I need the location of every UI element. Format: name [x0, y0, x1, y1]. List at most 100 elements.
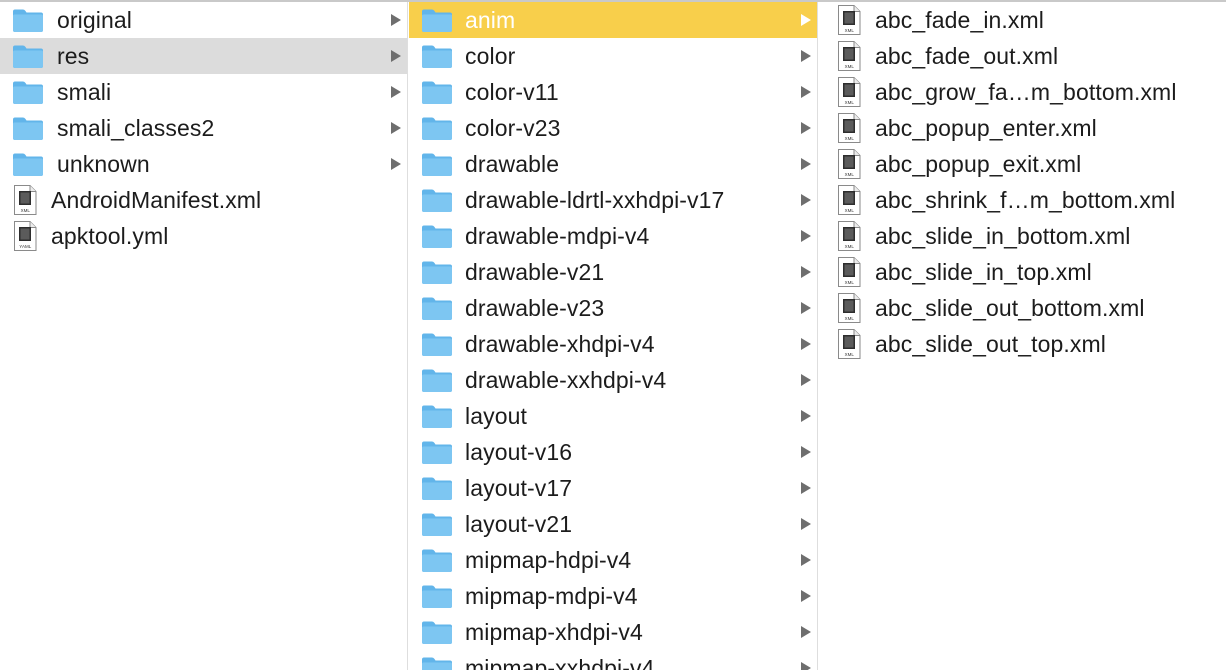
- item-label: res: [57, 42, 90, 69]
- item-label: abc_slide_out_top.xml: [875, 330, 1106, 357]
- folder-item-color-v11[interactable]: color-v11: [409, 74, 817, 110]
- folder-icon: [422, 621, 452, 644]
- folder-item-layout-v16[interactable]: layout-v16: [409, 434, 817, 470]
- file-item-abc-grow-fa-m-bottom-xml[interactable]: XML abc_grow_fa…m_bottom.xml: [819, 74, 1226, 110]
- item-label: unknown: [57, 150, 150, 177]
- folder-item-mipmap-xhdpi-v4[interactable]: mipmap-xhdpi-v4: [409, 614, 817, 650]
- xml-file-icon: XML: [14, 185, 37, 215]
- column-root[interactable]: original res smali smali_classes2unknown XML…: [0, 2, 408, 670]
- item-label: abc_slide_in_top.xml: [875, 258, 1092, 285]
- folder-item-mipmap-mdpi-v4[interactable]: mipmap-mdpi-v4: [409, 578, 817, 614]
- folder-item-res[interactable]: res: [0, 38, 407, 74]
- xml-file-icon: XML: [838, 293, 861, 323]
- folder-icon: [422, 225, 452, 248]
- xml-file-icon: XML: [838, 113, 861, 143]
- folder-icon: [422, 477, 452, 500]
- xml-file-icon: XML: [838, 41, 861, 71]
- folder-item-layout-v21[interactable]: layout-v21: [409, 506, 817, 542]
- item-label: drawable-xhdpi-v4: [465, 330, 655, 357]
- folder-item-original[interactable]: original: [0, 2, 407, 38]
- folder-icon: [422, 585, 452, 608]
- yaml-file-icon: YAML: [14, 221, 37, 251]
- svg-text:XML: XML: [845, 64, 855, 69]
- svg-text:XML: XML: [845, 172, 855, 177]
- item-label: apktool.yml: [51, 222, 169, 249]
- item-label: abc_popup_enter.xml: [875, 114, 1097, 141]
- folder-item-color-v23[interactable]: color-v23: [409, 110, 817, 146]
- item-label: color: [465, 42, 516, 69]
- folder-icon: [422, 117, 452, 140]
- folder-icon: [422, 297, 452, 320]
- column-res[interactable]: anim color color-v11 color-v23 drawable drawa…: [409, 2, 818, 670]
- folder-item-drawable[interactable]: drawable: [409, 146, 817, 182]
- folder-icon: [422, 9, 452, 32]
- folder-item-mipmap-hdpi-v4[interactable]: mipmap-hdpi-v4: [409, 542, 817, 578]
- column-anim[interactable]: XML abc_fade_in.xml XML abc_fade_out.xml XML…: [819, 2, 1226, 670]
- item-label: layout-v21: [465, 510, 573, 537]
- folder-item-mipmap-xxhdpi-v4[interactable]: mipmap-xxhdpi-v4: [409, 650, 817, 670]
- folder-item-anim[interactable]: anim: [409, 2, 817, 38]
- file-item-abc-slide-in-top-xml[interactable]: XML abc_slide_in_top.xml: [819, 254, 1226, 290]
- disclosure-arrow-icon: [801, 554, 811, 566]
- folder-item-layout[interactable]: layout: [409, 398, 817, 434]
- item-label: layout-v16: [465, 438, 573, 465]
- disclosure-arrow-icon: [801, 266, 811, 278]
- disclosure-arrow-icon: [801, 446, 811, 458]
- item-label: mipmap-mdpi-v4: [465, 582, 638, 609]
- item-label: drawable: [465, 150, 560, 177]
- disclosure-arrow-icon: [801, 86, 811, 98]
- folder-item-drawable-v23[interactable]: drawable-v23: [409, 290, 817, 326]
- file-item-androidmanifest-xml[interactable]: XML AndroidManifest.xml: [0, 182, 407, 218]
- svg-text:XML: XML: [845, 280, 855, 285]
- disclosure-arrow-icon: [801, 14, 811, 26]
- disclosure-arrow-icon: [801, 302, 811, 314]
- column-browser: original res smali smali_classes2unknown XML…: [0, 0, 1226, 670]
- folder-icon: [13, 81, 43, 104]
- file-item-abc-slide-out-top-xml[interactable]: XML abc_slide_out_top.xml: [819, 326, 1226, 362]
- item-label: smali: [57, 78, 112, 105]
- item-label: mipmap-xhdpi-v4: [465, 618, 643, 645]
- folder-item-drawable-v21[interactable]: drawable-v21: [409, 254, 817, 290]
- folder-item-drawable-xxhdpi-v4[interactable]: drawable-xxhdpi-v4: [409, 362, 817, 398]
- item-label: drawable-v21: [465, 258, 605, 285]
- item-label: abc_slide_out_bottom.xml: [875, 294, 1145, 321]
- folder-item-drawable-ldrtl-xxhdpi-v17[interactable]: drawable-ldrtl-xxhdpi-v17: [409, 182, 817, 218]
- folder-icon: [422, 189, 452, 212]
- file-item-abc-popup-exit-xml[interactable]: XML abc_popup_exit.xml: [819, 146, 1226, 182]
- item-label: original: [57, 6, 132, 33]
- item-label: mipmap-hdpi-v4: [465, 546, 632, 573]
- disclosure-arrow-icon: [391, 86, 401, 98]
- item-label: layout-v17: [465, 474, 573, 501]
- folder-item-color[interactable]: color: [409, 38, 817, 74]
- folder-icon: [422, 369, 452, 392]
- folder-item-layout-v17[interactable]: layout-v17: [409, 470, 817, 506]
- svg-text:XML: XML: [845, 208, 855, 213]
- svg-text:XML: XML: [845, 244, 855, 249]
- file-item-abc-slide-out-bottom-xml[interactable]: XML abc_slide_out_bottom.xml: [819, 290, 1226, 326]
- folder-item-drawable-mdpi-v4[interactable]: drawable-mdpi-v4: [409, 218, 817, 254]
- folder-item-unknown[interactable]: unknown: [0, 146, 407, 182]
- file-item-abc-slide-in-bottom-xml[interactable]: XML abc_slide_in_bottom.xml: [819, 218, 1226, 254]
- file-item-abc-fade-in-xml[interactable]: XML abc_fade_in.xml: [819, 2, 1226, 38]
- folder-item-smali-classes2[interactable]: smali_classes2: [0, 110, 407, 146]
- file-item-abc-fade-out-xml[interactable]: XML abc_fade_out.xml: [819, 38, 1226, 74]
- disclosure-arrow-icon: [801, 338, 811, 350]
- svg-text:XML: XML: [845, 100, 855, 105]
- xml-file-icon: XML: [838, 149, 861, 179]
- disclosure-arrow-icon: [391, 50, 401, 62]
- file-item-apktool-yml[interactable]: YAML apktool.yml: [0, 218, 407, 254]
- svg-text:XML: XML: [21, 208, 31, 213]
- disclosure-arrow-icon: [801, 122, 811, 134]
- xml-file-icon: XML: [838, 185, 861, 215]
- disclosure-arrow-icon: [391, 14, 401, 26]
- file-item-abc-shrink-f-m-bottom-xml[interactable]: XML abc_shrink_f…m_bottom.xml: [819, 182, 1226, 218]
- folder-item-smali[interactable]: smali: [0, 74, 407, 110]
- item-label: abc_slide_in_bottom.xml: [875, 222, 1131, 249]
- item-label: drawable-ldrtl-xxhdpi-v17: [465, 186, 725, 213]
- folder-item-drawable-xhdpi-v4[interactable]: drawable-xhdpi-v4: [409, 326, 817, 362]
- disclosure-arrow-icon: [801, 662, 811, 670]
- disclosure-arrow-icon: [801, 518, 811, 530]
- item-label: abc_fade_in.xml: [875, 6, 1044, 33]
- file-item-abc-popup-enter-xml[interactable]: XML abc_popup_enter.xml: [819, 110, 1226, 146]
- svg-text:XML: XML: [845, 352, 855, 357]
